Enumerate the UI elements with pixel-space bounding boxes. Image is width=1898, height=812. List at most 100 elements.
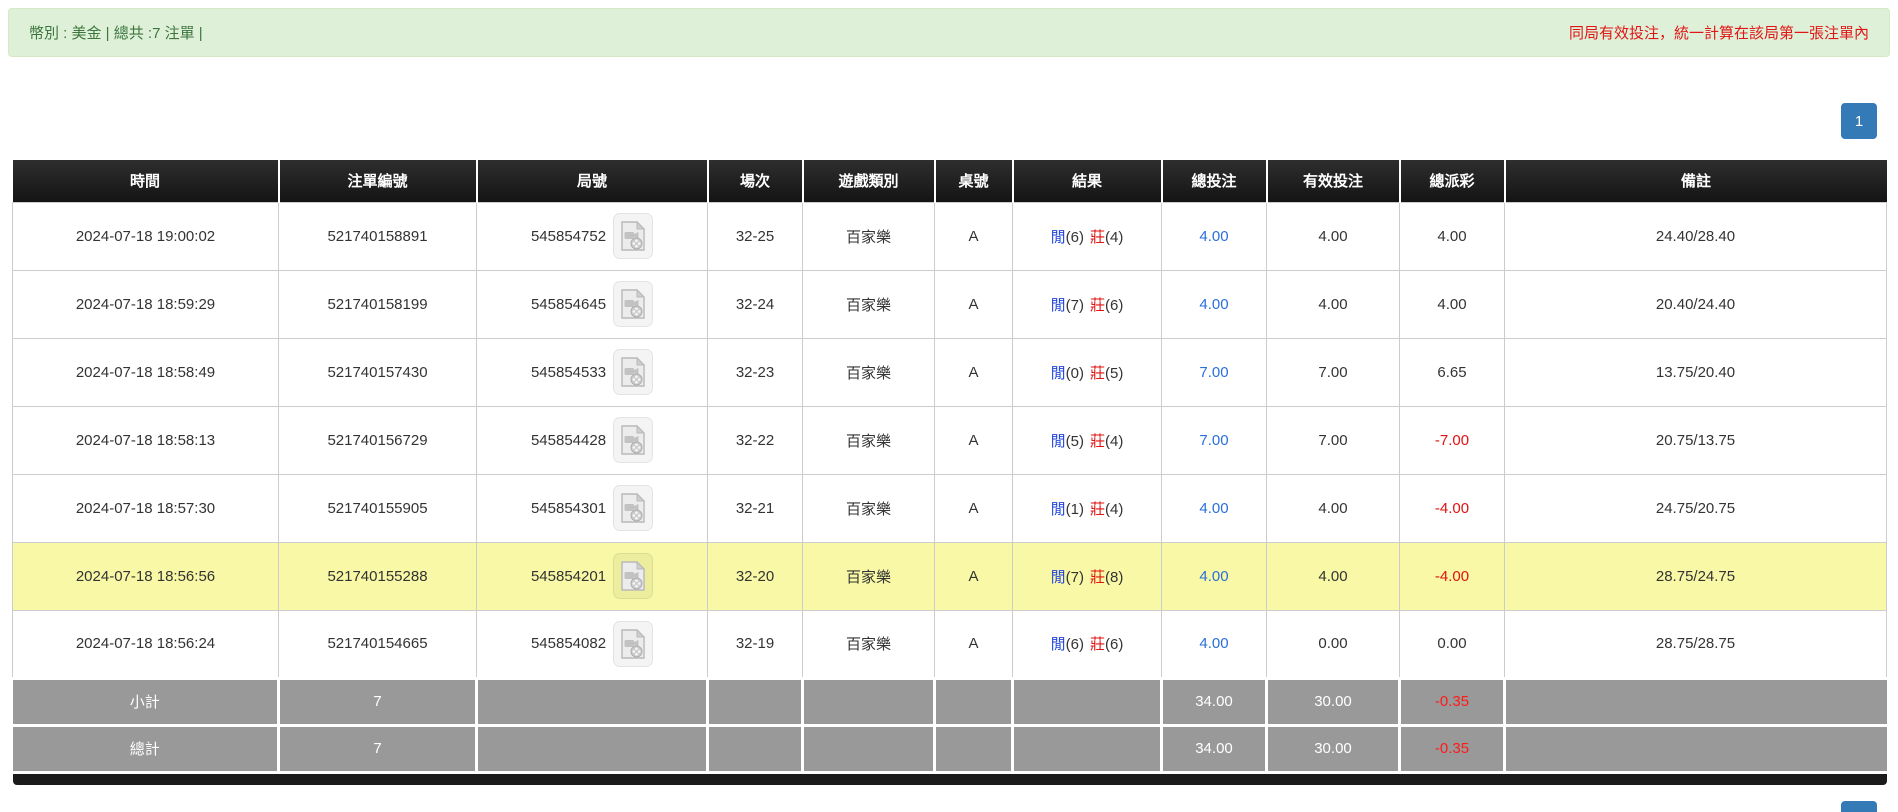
time-cell: 2024-07-18 18:56:56 [13,542,279,610]
video-file-icon [620,357,646,387]
video-replay-button[interactable] [613,349,653,395]
result-cell: 閒(7)莊(8) [1013,542,1162,610]
col-result: 結果 [1013,160,1162,202]
payout-cell: 4.00 [1400,270,1505,338]
col-total-bet: 總投注 [1162,160,1267,202]
player-result-label: 閒 [1051,569,1066,586]
game-type-cell: 百家樂 [803,202,935,270]
player-result-value: (6) [1066,229,1084,246]
total-bet-link[interactable]: 4.00 [1199,296,1228,313]
bet-records-table: 時間 注單編號 局號 場次 遊戲類別 桌號 結果 總投注 有效投注 總派彩 備註… [12,160,1887,785]
banker-result-label: 莊 [1090,433,1105,450]
valid-bet-cell: 4.00 [1267,202,1400,270]
player-result-value: (5) [1066,433,1084,450]
valid-bet-cell: 7.00 [1267,406,1400,474]
result-cell: 閒(5)莊(4) [1013,406,1162,474]
game-number: 545854082 [531,635,606,652]
video-replay-button[interactable] [613,621,653,667]
col-time: 時間 [13,160,279,202]
table-number-cell: A [935,610,1013,678]
time-cell: 2024-07-18 18:56:24 [13,610,279,678]
remark-cell: 28.75/28.75 [1505,610,1887,678]
player-result-value: (1) [1066,501,1084,518]
video-replay-button[interactable] [613,417,653,463]
table-row[interactable]: 2024-07-18 18:58:13 521740156729 5458544… [13,406,1887,474]
player-result-label: 閒 [1051,365,1066,382]
col-valid-bet: 有效投注 [1267,160,1400,202]
game-number-cell: 545854645 [477,270,708,338]
player-result-label: 閒 [1051,229,1066,246]
total-payout: -0.35 [1400,725,1505,772]
total-bet-link[interactable]: 4.00 [1199,635,1228,652]
remark-cell: 24.40/28.40 [1505,202,1887,270]
subtotal-count: 7 [279,678,477,725]
table-bottom-bar [13,772,1887,785]
video-replay-button[interactable] [613,553,653,599]
video-file-icon [620,493,646,523]
game-type-cell: 百家樂 [803,610,935,678]
session-cell: 32-21 [708,474,803,542]
session-cell: 32-19 [708,610,803,678]
col-session: 場次 [708,160,803,202]
banker-result-label: 莊 [1090,501,1105,518]
total-bet-cell: 4.00 [1162,542,1267,610]
game-number-cell: 545854533 [477,338,708,406]
page-button[interactable]: 1 [1841,801,1877,812]
total-bet-cell: 4.00 [1162,610,1267,678]
total-label: 總計 [13,725,279,772]
video-replay-button[interactable] [613,281,653,327]
session-cell: 32-25 [708,202,803,270]
player-result-value: (0) [1066,365,1084,382]
valid-bet-cell: 4.00 [1267,270,1400,338]
video-file-icon [620,289,646,319]
banker-result-value: (6) [1105,636,1123,653]
total-total-bet: 34.00 [1162,725,1267,772]
table-row[interactable]: 2024-07-18 18:57:30 521740155905 5458543… [13,474,1887,542]
table-row[interactable]: 2024-07-18 18:56:24 521740154665 5458540… [13,610,1887,678]
total-count: 7 [279,725,477,772]
player-result-label: 閒 [1051,433,1066,450]
table-row[interactable]: 2024-07-18 18:56:56 521740155288 5458542… [13,542,1887,610]
total-valid-bet: 30.00 [1267,725,1400,772]
table-number-cell: A [935,542,1013,610]
total-bet-link[interactable]: 4.00 [1199,500,1228,517]
game-number-cell: 545854428 [477,406,708,474]
banker-result-value: (4) [1105,501,1123,518]
game-type-cell: 百家樂 [803,542,935,610]
table-row[interactable]: 2024-07-18 18:58:49 521740157430 5458545… [13,338,1887,406]
col-bet-number: 注單編號 [279,160,477,202]
game-number-cell: 545854301 [477,474,708,542]
result-cell: 閒(0)莊(5) [1013,338,1162,406]
video-replay-button[interactable] [613,213,653,259]
remark-cell: 20.40/24.40 [1505,270,1887,338]
time-cell: 2024-07-18 18:58:13 [13,406,279,474]
game-type-cell: 百家樂 [803,338,935,406]
player-result-value: (6) [1066,636,1084,653]
total-bet-cell: 7.00 [1162,338,1267,406]
session-cell: 32-20 [708,542,803,610]
total-bet-link[interactable]: 7.00 [1199,364,1228,381]
remark-cell: 28.75/24.75 [1505,542,1887,610]
bet-number-cell: 521740155288 [279,542,477,610]
table-row[interactable]: 2024-07-18 18:59:29 521740158199 5458546… [13,270,1887,338]
subtotal-total-bet: 34.00 [1162,678,1267,725]
col-remark: 備註 [1505,160,1887,202]
page-button[interactable]: 1 [1841,103,1877,139]
game-number-cell: 545854201 [477,542,708,610]
bet-number-cell: 521740154665 [279,610,477,678]
time-cell: 2024-07-18 19:00:02 [13,202,279,270]
total-bet-link[interactable]: 4.00 [1199,228,1228,245]
total-bet-link[interactable]: 4.00 [1199,568,1228,585]
table-header-row: 時間 注單編號 局號 場次 遊戲類別 桌號 結果 總投注 有效投注 總派彩 備註 [13,160,1887,202]
result-cell: 閒(6)莊(6) [1013,610,1162,678]
payout-cell: -7.00 [1400,406,1505,474]
video-replay-button[interactable] [613,485,653,531]
video-file-icon [620,425,646,455]
game-number-cell: 545854752 [477,202,708,270]
table-number-cell: A [935,338,1013,406]
total-bet-link[interactable]: 7.00 [1199,432,1228,449]
table-number-cell: A [935,202,1013,270]
table-row[interactable]: 2024-07-18 19:00:02 521740158891 5458547… [13,202,1887,270]
table-number-cell: A [935,270,1013,338]
table-number-cell: A [935,474,1013,542]
